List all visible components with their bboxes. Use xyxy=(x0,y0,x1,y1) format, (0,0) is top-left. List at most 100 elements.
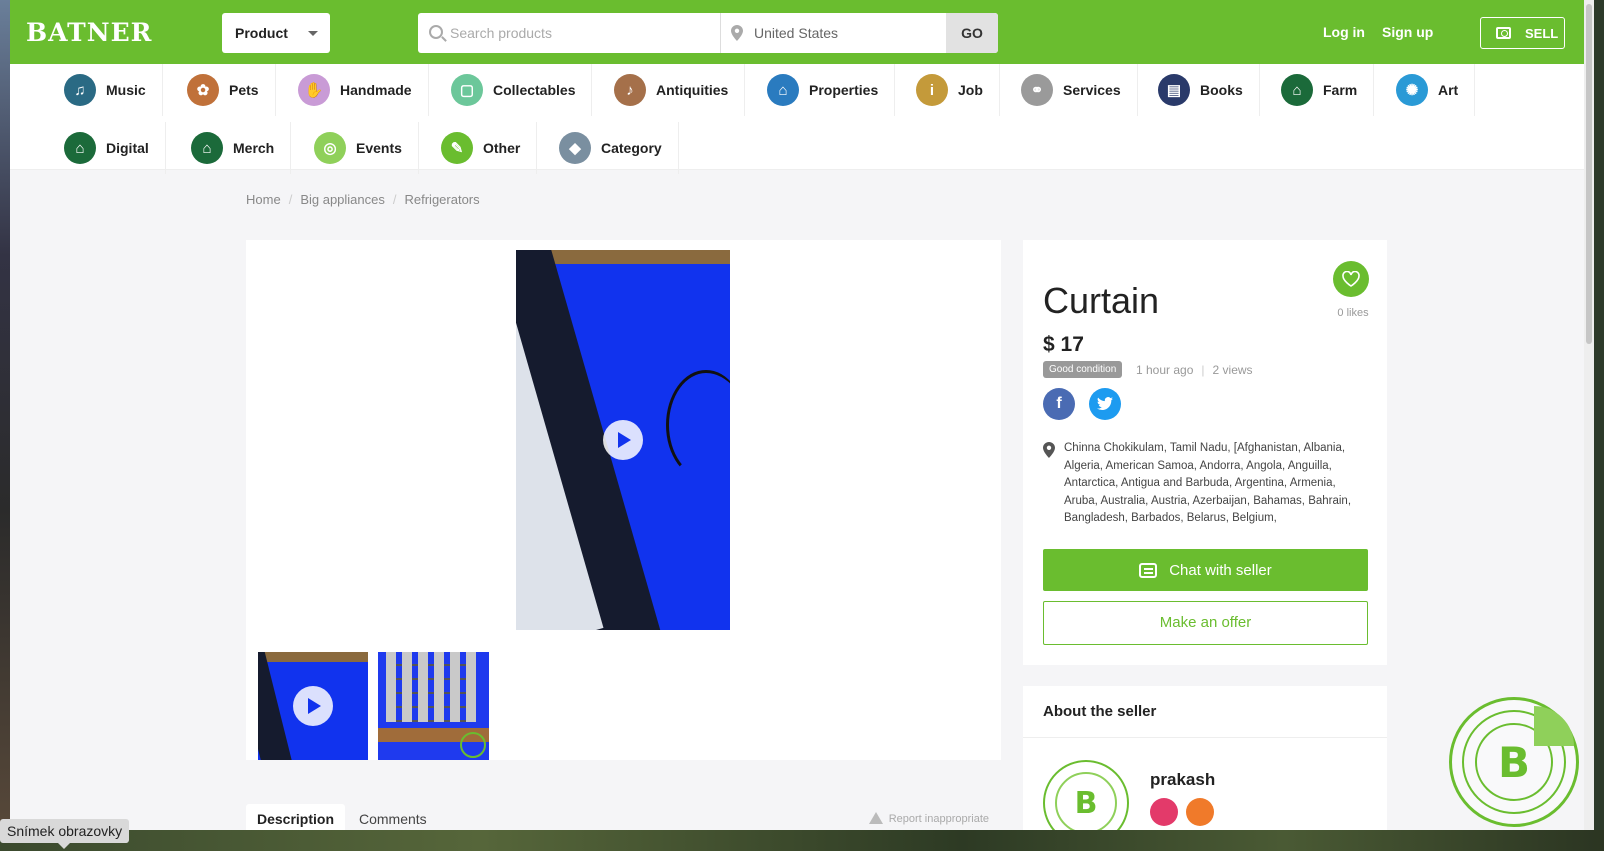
screenshot-tooltip: Snímek obrazovky xyxy=(0,819,130,849)
sell-label: SELL xyxy=(1525,26,1559,41)
browser-window: BATNER Product United States GO Log in S… xyxy=(10,0,1594,830)
collectables-icon: ▢ xyxy=(451,74,483,106)
category-books[interactable]: ▤ Books xyxy=(1158,64,1260,116)
thumbnail-video[interactable] xyxy=(258,652,368,760)
image-detail xyxy=(258,652,296,760)
warning-icon xyxy=(868,812,883,824)
search-divider xyxy=(720,13,721,53)
product-price: $ 17 xyxy=(1043,333,1084,356)
category-merch[interactable]: ⌂ Merch xyxy=(191,122,292,174)
condition-badge: Good condition xyxy=(1043,361,1123,378)
breadcrumb-separator: / xyxy=(288,192,293,207)
play-icon[interactable] xyxy=(603,420,643,460)
category-label: Merch xyxy=(233,140,275,156)
desktop-background-bottom xyxy=(0,830,1604,851)
like-button[interactable] xyxy=(1333,261,1369,297)
category-label: Handmade xyxy=(340,82,412,98)
digital-icon: ⌂ xyxy=(64,132,96,164)
product-location: Chinna Chokikulam, Tamil Nadu, [Afghanis… xyxy=(1064,442,1352,524)
location-pin-icon xyxy=(731,25,743,41)
category-label: Books xyxy=(1200,82,1243,98)
signup-link[interactable]: Sign up xyxy=(1382,24,1433,40)
chat-with-seller-button[interactable]: Chat with seller xyxy=(1043,549,1368,591)
tab-description[interactable]: Description xyxy=(246,804,346,830)
category-pets[interactable]: ✿ Pets xyxy=(187,64,276,116)
breadcrumb-home[interactable]: Home xyxy=(246,192,281,207)
other-icon: ✎ xyxy=(441,132,473,164)
location-field[interactable]: United States xyxy=(754,25,838,41)
category-other[interactable]: ✎ Other xyxy=(441,122,538,174)
vertical-scrollbar[interactable] xyxy=(1584,0,1594,830)
desktop-background-left xyxy=(0,0,10,851)
category-label: Properties xyxy=(809,82,879,98)
category-icon: ◆ xyxy=(559,132,591,164)
twitter-bird-icon xyxy=(1097,397,1113,410)
top-header: BATNER Product United States GO Log in S… xyxy=(10,0,1584,64)
facebook-share-icon[interactable]: f xyxy=(1043,388,1075,420)
play-icon xyxy=(293,686,333,726)
category-art[interactable]: ✺ Art xyxy=(1396,64,1476,116)
category-nav: ♫ Music ✿ Pets ✋ Handmade ▢ Collectables… xyxy=(10,64,1584,174)
services-icon: ⚭ xyxy=(1021,74,1053,106)
meta-separator: | xyxy=(1201,363,1205,377)
sell-button[interactable]: SELL xyxy=(1480,17,1565,49)
seller-heading: About the seller xyxy=(1023,686,1387,738)
camera-icon xyxy=(1496,27,1511,39)
category-properties[interactable]: ⌂ Properties xyxy=(767,64,896,116)
breadcrumb-separator: / xyxy=(392,192,397,207)
phone-icon[interactable] xyxy=(1150,798,1178,826)
logo-detail xyxy=(1534,706,1574,746)
product-meta: 1 hour ago | 2 views xyxy=(1136,363,1253,377)
batner-logo-icon: B xyxy=(1055,772,1117,830)
scrollbar-thumb[interactable] xyxy=(1586,4,1592,344)
category-services[interactable]: ⚭ Services xyxy=(1021,64,1138,116)
tab-comments[interactable]: Comments xyxy=(348,804,438,830)
breadcrumb-big-appliances[interactable]: Big appliances xyxy=(300,192,385,207)
twitter-share-icon[interactable] xyxy=(1089,388,1121,420)
category-antiquities[interactable]: ♪ Antiquities xyxy=(614,64,746,116)
properties-icon: ⌂ xyxy=(767,74,799,106)
category-label: Job xyxy=(958,82,983,98)
main-product-video[interactable] xyxy=(516,250,730,630)
watermark-logo-icon xyxy=(460,732,486,758)
breadcrumb-refrigerators[interactable]: Refrigerators xyxy=(405,192,480,207)
merch-icon: ⌂ xyxy=(191,132,223,164)
email-icon[interactable] xyxy=(1186,798,1214,826)
product-type-select[interactable]: Product xyxy=(222,13,330,53)
thumbnail-image[interactable] xyxy=(378,652,489,760)
search-input[interactable] xyxy=(450,13,718,53)
category-digital[interactable]: ⌂ Digital xyxy=(64,122,166,174)
category-label: Collectables xyxy=(493,82,576,98)
seller-name[interactable]: prakash xyxy=(1150,770,1215,790)
category-job[interactable]: i Job xyxy=(916,64,1000,116)
category-farm[interactable]: ⌂ Farm xyxy=(1281,64,1375,116)
category-music[interactable]: ♫ Music xyxy=(64,64,163,116)
product-gallery xyxy=(246,240,1001,760)
go-button[interactable]: GO xyxy=(946,13,998,53)
report-label: Report inappropriate xyxy=(888,813,989,825)
category-handmade[interactable]: ✋ Handmade xyxy=(298,64,429,116)
breadcrumb: Home / Big appliances / Refrigerators xyxy=(246,192,480,207)
category-events[interactable]: ◎ Events xyxy=(314,122,419,174)
search-bar: United States GO xyxy=(418,13,998,53)
pets-icon: ✿ xyxy=(187,74,219,106)
login-link[interactable]: Log in xyxy=(1323,24,1365,40)
category-label: Services xyxy=(1063,82,1121,98)
category-category[interactable]: ◆ Category xyxy=(559,122,679,174)
seller-avatar[interactable]: B xyxy=(1043,760,1129,830)
product-tabs: Description Comments Report inappropriat… xyxy=(246,804,1001,830)
make-offer-button[interactable]: Make an offer xyxy=(1043,601,1368,645)
report-link[interactable]: Report inappropriate xyxy=(868,812,989,825)
floating-chat-logo[interactable]: B xyxy=(1449,697,1579,827)
image-detail xyxy=(386,652,476,722)
antiquities-icon: ♪ xyxy=(614,74,646,106)
chat-icon xyxy=(1139,562,1158,578)
location-pin-icon xyxy=(1043,442,1055,458)
site-logo[interactable]: BATNER xyxy=(26,18,152,47)
category-label: Music xyxy=(106,82,146,98)
category-label: Art xyxy=(1438,82,1459,98)
art-icon: ✺ xyxy=(1396,74,1428,106)
books-icon: ▤ xyxy=(1158,74,1190,106)
category-collectables[interactable]: ▢ Collectables xyxy=(451,64,593,116)
category-label: Antiquities xyxy=(656,82,729,98)
